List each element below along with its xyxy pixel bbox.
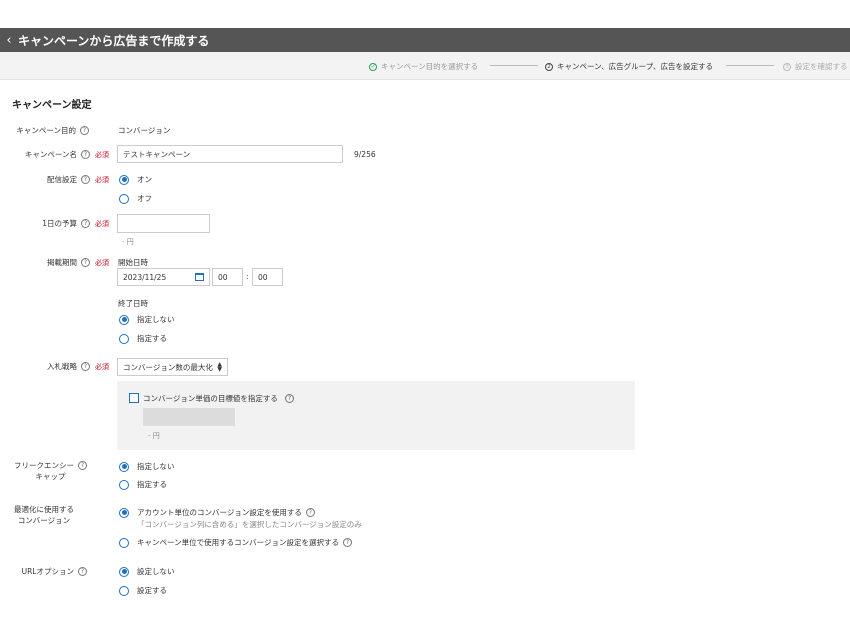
frequency-unspecified-radio[interactable]: 指定しない bbox=[119, 461, 175, 472]
objective-value: コンバージョン bbox=[118, 126, 171, 135]
step-2-label: キャンペーン、広告グループ、広告を設定する bbox=[557, 62, 713, 71]
budget-hint: - 円 bbox=[122, 238, 134, 246]
account-conversion-note: 「コンバージョン列に含める」を選択したコンバージョン設定のみ bbox=[137, 520, 362, 529]
delivery-label: 配信設定 ? 必須 bbox=[47, 175, 109, 184]
help-icon[interactable]: ? bbox=[81, 362, 90, 371]
account-conversion-radio[interactable]: アカウント単位のコンバージョン設定を使用する ? bbox=[119, 507, 315, 518]
step-2-number: 2 bbox=[545, 62, 553, 71]
objective-label: キャンペーン目的 ? bbox=[16, 125, 89, 136]
radio-selected-icon bbox=[119, 174, 129, 185]
required-badge: 必須 bbox=[95, 219, 109, 228]
start-datetime-label: 開始日時 bbox=[118, 258, 148, 267]
campaign-name-label: キャンペーン名 ? 必須 bbox=[24, 150, 109, 159]
required-badge: 必須 bbox=[95, 150, 109, 159]
daily-budget-input[interactable] bbox=[117, 214, 210, 233]
campaign-name-counter: 9/256 bbox=[354, 150, 376, 159]
url-option-label: URLオプション ? bbox=[22, 566, 87, 577]
help-icon[interactable]: ? bbox=[81, 150, 90, 159]
radio-selected-icon bbox=[119, 507, 129, 518]
radio-empty-icon bbox=[119, 193, 129, 204]
help-icon[interactable]: ? bbox=[305, 508, 315, 517]
step-divider bbox=[726, 65, 774, 66]
help-icon[interactable]: ? bbox=[285, 394, 294, 403]
calendar-icon[interactable] bbox=[195, 273, 204, 281]
end-specified-radio[interactable]: 指定する bbox=[119, 333, 167, 344]
step-3-label: 設定を確認する bbox=[795, 62, 848, 71]
frequency-cap-label: フリークエンシー ? キャップ bbox=[14, 460, 87, 482]
period-label: 掲載期間 ? 必須 bbox=[47, 258, 109, 267]
budget-label: 1日の予算 ? 必須 bbox=[42, 219, 109, 228]
start-hour-input[interactable]: 00 bbox=[212, 268, 243, 286]
start-date-input[interactable]: 2023/11/25 bbox=[117, 268, 210, 286]
chevron-left-icon[interactable]: ‹ bbox=[0, 33, 18, 48]
target-cpa-checkbox[interactable] bbox=[129, 393, 139, 403]
page-header: ‹ キャンペーンから広告まで作成する bbox=[0, 28, 850, 52]
time-separator: : bbox=[246, 272, 249, 281]
step-indicator: ✓ キャンペーン目的を選択する 2 キャンペーン、広告グループ、広告を設定する … bbox=[0, 52, 850, 80]
step-1-label: キャンペーン目的を選択する bbox=[381, 62, 479, 71]
help-icon[interactable]: ? bbox=[78, 567, 87, 576]
required-badge: 必須 bbox=[95, 175, 109, 184]
help-icon[interactable]: ? bbox=[80, 126, 89, 135]
end-datetime-label: 終了日時 bbox=[118, 299, 148, 308]
help-icon[interactable]: ? bbox=[81, 175, 90, 184]
radio-empty-icon bbox=[119, 585, 129, 596]
step-1: ✓ キャンペーン目的を選択する bbox=[369, 61, 478, 72]
delivery-off-radio[interactable]: オフ bbox=[119, 193, 152, 204]
page-title: キャンペーンから広告まで作成する bbox=[18, 33, 210, 48]
radio-selected-icon bbox=[119, 314, 129, 325]
help-icon[interactable]: ? bbox=[342, 538, 352, 547]
bidding-label: 入札戦略 ? 必須 bbox=[47, 362, 109, 371]
bidding-strategy-select[interactable]: コンバージョン数の最大化 ▲ ▼ bbox=[117, 358, 228, 376]
target-cpa-label: コンバージョン単価の目標値を指定する bbox=[143, 394, 278, 403]
check-icon: ✓ bbox=[369, 62, 377, 71]
end-unspecified-radio[interactable]: 指定しない bbox=[119, 314, 175, 325]
step-3-number: 3 bbox=[783, 62, 791, 71]
required-badge: 必須 bbox=[95, 258, 109, 267]
target-cpa-input bbox=[143, 408, 235, 426]
help-icon[interactable]: ? bbox=[81, 219, 90, 228]
campaign-conversion-radio[interactable]: キャンペーン単位で使用するコンバージョン設定を選択する ? bbox=[119, 537, 352, 548]
help-icon[interactable]: ? bbox=[78, 461, 87, 470]
help-icon[interactable]: ? bbox=[81, 258, 90, 267]
step-2: 2 キャンペーン、広告グループ、広告を設定する bbox=[545, 61, 713, 72]
radio-selected-icon bbox=[119, 461, 129, 472]
target-cpa-hint: - 円 bbox=[148, 432, 160, 440]
radio-selected-icon bbox=[119, 566, 129, 577]
optimization-conversion-label: 最適化に使用する コンバージョン bbox=[14, 505, 74, 525]
delivery-on-radio[interactable]: オン bbox=[119, 174, 152, 185]
frequency-specified-radio[interactable]: 指定する bbox=[119, 479, 167, 490]
radio-empty-icon bbox=[119, 333, 129, 344]
start-minute-input[interactable]: 00 bbox=[252, 268, 283, 286]
section-title: キャンペーン設定 bbox=[12, 100, 92, 111]
step-divider bbox=[490, 65, 538, 66]
radio-empty-icon bbox=[119, 537, 129, 548]
url-option-set-radio[interactable]: 設定する bbox=[119, 585, 167, 596]
url-option-none-radio[interactable]: 設定しない bbox=[119, 566, 175, 577]
step-3: 3 設定を確認する bbox=[783, 61, 848, 72]
campaign-name-input[interactable]: テストキャンペーン bbox=[117, 145, 343, 163]
sort-arrows-icon: ▲ ▼ bbox=[217, 361, 222, 373]
required-badge: 必須 bbox=[95, 362, 109, 371]
radio-empty-icon bbox=[119, 479, 129, 490]
